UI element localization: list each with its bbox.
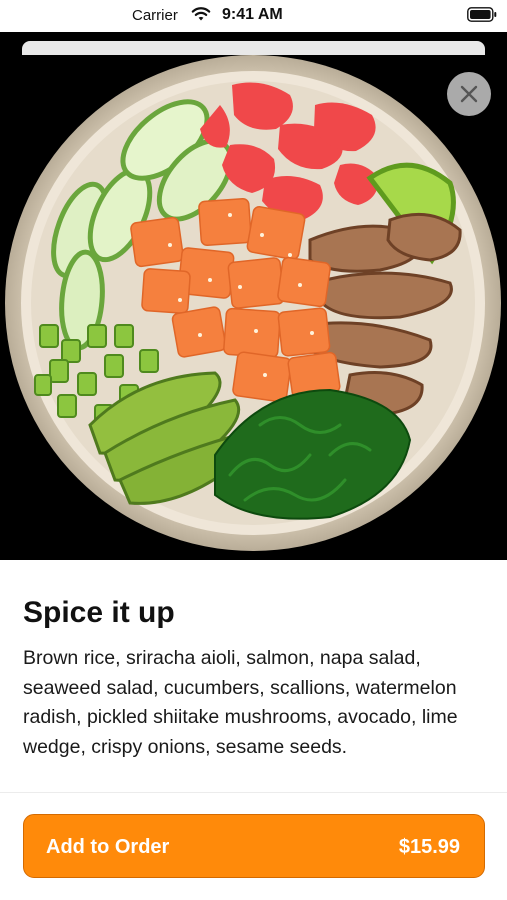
price-label: $15.99	[398, 836, 460, 858]
item-details: Spice it up Brown rice, sriracha aioli, …	[0, 560, 507, 900]
sheet-grabber[interactable]	[22, 41, 485, 55]
status-bar: Carrier 9:41 AM	[0, 0, 507, 32]
carrier-label: Carrier	[132, 7, 178, 24]
poke-bowl-photo	[0, 55, 507, 560]
wifi-icon	[191, 7, 211, 21]
battery-icon	[467, 7, 497, 22]
clock: 9:41 AM	[222, 6, 283, 23]
close-button[interactable]	[447, 72, 491, 116]
item-title: Spice it up	[23, 596, 175, 629]
close-icon	[460, 85, 478, 103]
item-description: Brown rice, sriracha aioli, salmon, napa…	[23, 647, 458, 758]
footer-divider	[0, 792, 507, 793]
add-to-order-button[interactable]: Add to Order $15.99	[23, 814, 485, 878]
add-to-order-label: Add to Order	[46, 836, 170, 858]
